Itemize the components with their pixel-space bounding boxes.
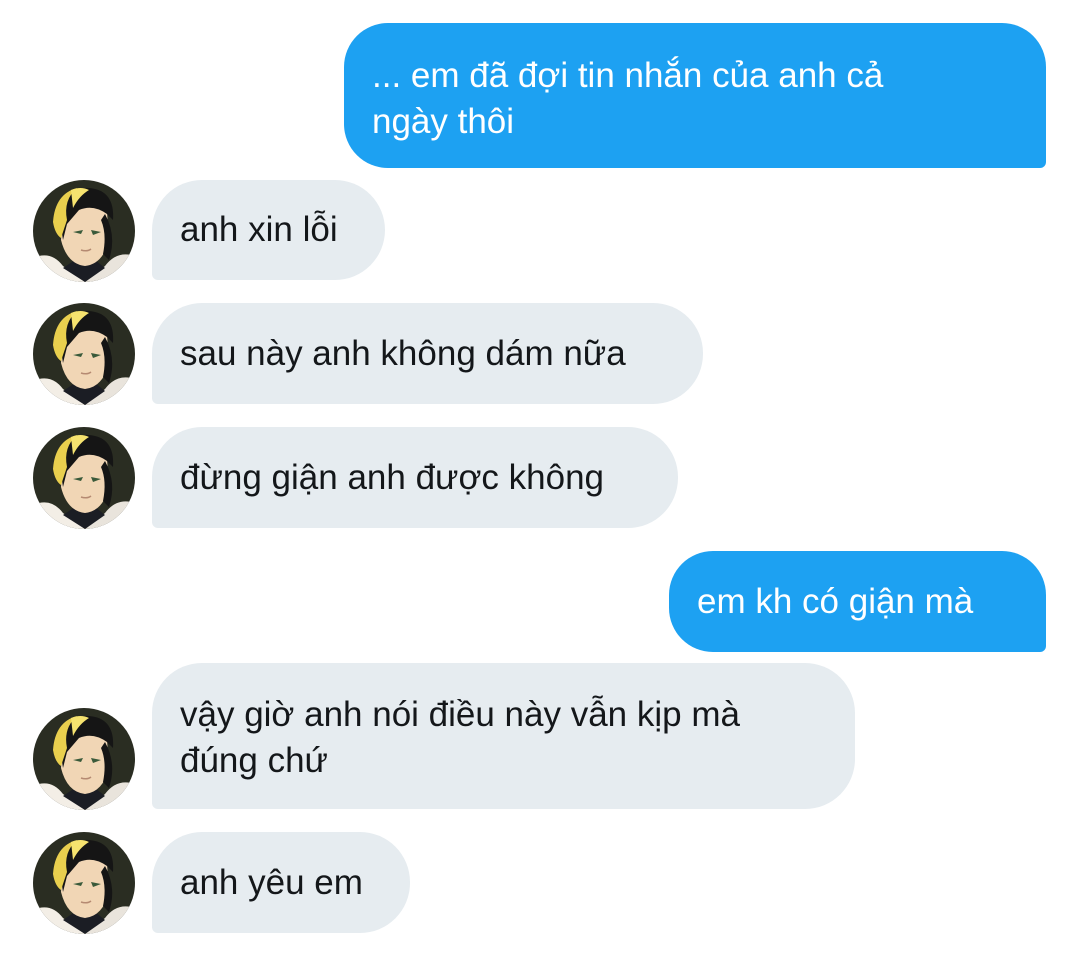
outgoing-message-bubble[interactable]: em kh có giận mà bbox=[669, 551, 1046, 652]
message-text: em kh có giận mà bbox=[697, 582, 974, 621]
incoming-message-bubble[interactable]: anh xin lỗi bbox=[152, 180, 385, 280]
contact-avatar-icon[interactable] bbox=[33, 832, 135, 934]
message-text: vậy giờ anh nói điều này vẫn kịp mà đúng… bbox=[180, 695, 740, 780]
incoming-message-bubble[interactable]: vậy giờ anh nói điều này vẫn kịp mà đúng… bbox=[152, 663, 855, 809]
contact-avatar-icon[interactable] bbox=[33, 708, 135, 810]
contact-avatar-icon[interactable] bbox=[33, 427, 135, 529]
message-text: anh xin lỗi bbox=[180, 210, 338, 249]
message-text: sau này anh không dám nữa bbox=[180, 334, 626, 373]
contact-avatar-icon[interactable] bbox=[33, 303, 135, 405]
contact-avatar-icon[interactable] bbox=[33, 180, 135, 282]
outgoing-message-bubble[interactable]: ... em đã đợi tin nhắn của anh cả ngày t… bbox=[344, 23, 1046, 168]
incoming-message-bubble[interactable]: anh yêu em bbox=[152, 832, 410, 933]
message-text: anh yêu em bbox=[180, 863, 363, 902]
message-text: đừng giận anh được không bbox=[180, 458, 604, 497]
incoming-message-bubble[interactable]: sau này anh không dám nữa bbox=[152, 303, 703, 404]
message-text: ... em đã đợi tin nhắn của anh cả ngày t… bbox=[372, 56, 884, 141]
incoming-message-bubble[interactable]: đừng giận anh được không bbox=[152, 427, 678, 528]
